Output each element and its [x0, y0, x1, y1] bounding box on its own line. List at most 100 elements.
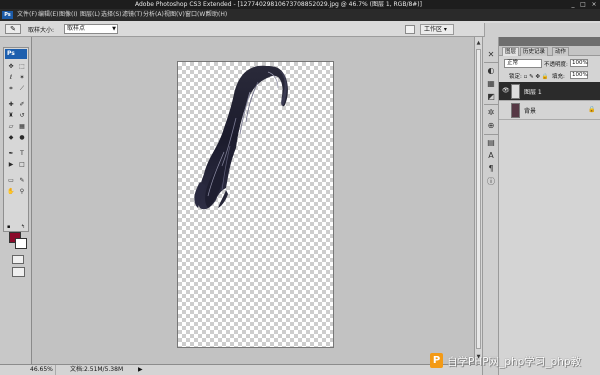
scroll-up-icon[interactable]: ▲	[475, 39, 482, 47]
notes-tool-icon[interactable]: ▭	[6, 176, 16, 185]
zoom-level[interactable]: 46.65%	[30, 365, 56, 375]
site-watermark: P 自学PHP网_php学习_php教	[427, 350, 600, 375]
pen-tool-icon[interactable]: ✒	[6, 149, 16, 158]
styles-icon[interactable]: ◩	[485, 91, 497, 102]
workspace-button[interactable]: 工作区 ▾	[420, 24, 454, 35]
dodge-tool-icon[interactable]: ●	[17, 133, 27, 142]
menu-help[interactable]: 帮助(H)	[206, 9, 227, 21]
panel-well	[484, 23, 600, 37]
layer-row-1[interactable]: 👁 图层 1	[499, 82, 600, 101]
lock-row: 锁定: ▫ ✎ ✥ 🔒	[509, 72, 549, 80]
sample-size-label: 取样大小:	[28, 27, 55, 34]
status-bar: 46.65% 文档:2.51M/5.38M ▶	[0, 364, 482, 375]
shape-tool-icon[interactable]: □	[17, 160, 27, 169]
menu-select[interactable]: 选择(S)	[101, 9, 122, 21]
hand-tool-icon[interactable]: ✋	[6, 187, 16, 196]
quick-mask-button[interactable]	[12, 255, 24, 264]
visibility-empty-icon[interactable]	[502, 106, 510, 114]
document-size: 文档:2.51M/5.38M	[70, 366, 124, 373]
paragraph-icon[interactable]: ¶	[485, 163, 497, 174]
type-tool-icon[interactable]: T	[17, 149, 27, 158]
extracted-hair-image	[194, 65, 288, 210]
eraser-tool-icon[interactable]: ▱	[6, 122, 16, 131]
menu-file[interactable]: 文件(F)	[17, 9, 37, 21]
fill-input[interactable]: 100%	[570, 71, 588, 79]
bridge-button[interactable]	[405, 25, 415, 34]
default-colors-icon[interactable]: ▪	[7, 224, 10, 230]
sample-size-select[interactable]: 取样点 ▼	[64, 24, 118, 34]
close-button[interactable]: ×	[589, 1, 599, 8]
clone-source-icon[interactable]: ⊕	[485, 120, 497, 131]
watermark-text: 自学PHP网_php学习_php教	[447, 356, 582, 368]
php-logo-icon: P	[430, 353, 443, 368]
lock-icon: 🔒	[588, 106, 596, 113]
move-tool-icon[interactable]: ✥	[6, 62, 16, 71]
options-bar: ✎ 取样大小: 取样点 ▼ 工作区 ▾	[0, 21, 600, 37]
eyedropper-tool-icon[interactable]: ✎	[17, 176, 27, 185]
menu-analysis[interactable]: 分析(A)	[143, 9, 164, 21]
healing-tool-icon[interactable]: ✚	[6, 100, 16, 109]
swatches-icon[interactable]: ▦	[485, 78, 497, 89]
clone-stamp-tool-icon[interactable]: ♜	[6, 111, 16, 120]
blend-mode-select[interactable]: 正常	[504, 59, 542, 68]
layer-thumbnail	[511, 103, 520, 118]
app-logo: Ps	[2, 11, 13, 19]
minimize-button[interactable]: _	[568, 1, 578, 8]
toolbox-logo: Ps	[5, 49, 27, 59]
lock-all-icon[interactable]: 🔒	[542, 74, 549, 80]
menu-bar: Ps 文件(F) 编辑(E) 图像(I) 图层(L) 选择(S) 滤镜(T) 分…	[0, 9, 600, 21]
layers-panel: 图层 历史记录 动作 正常 不透明度: 100% 锁定: ▫ ✎ ✥ 🔒 填充:…	[499, 37, 600, 375]
toolbox: Ps ✥ ⬚ ℓ ✶ ⌗ ⟋ ✚ ✐ ♜ ↺ ▱ ▦ ◆ ● ✒ T ▶ □ ▭…	[3, 47, 29, 277]
info-icon[interactable]: ⓘ	[485, 176, 497, 187]
tab-actions[interactable]: 动作	[552, 47, 570, 56]
crop-tool-icon[interactable]: ⌗	[6, 84, 16, 93]
screen-mode-button[interactable]	[12, 267, 25, 277]
gradient-tool-icon[interactable]: ▦	[17, 122, 27, 131]
opacity-label: 不透明度:	[544, 62, 568, 68]
tab-layers[interactable]: 图层	[502, 47, 520, 56]
history-brush-tool-icon[interactable]: ↺	[17, 111, 27, 120]
vertical-scrollbar[interactable]: ▲ ▼	[474, 37, 482, 364]
lock-transparent-icon[interactable]: ▫	[524, 74, 528, 80]
character-icon[interactable]: A	[485, 150, 497, 161]
lock-position-icon[interactable]: ✥	[535, 74, 540, 80]
layer-name: 图层 1	[524, 89, 542, 96]
eyedropper-icon: ✎	[10, 25, 16, 33]
brush-tool-icon[interactable]: ✐	[17, 100, 27, 109]
tool-presets-icon[interactable]: ▤	[485, 137, 497, 148]
background-color-swatch[interactable]	[15, 238, 27, 249]
navigator-icon[interactable]: ✕	[485, 49, 497, 60]
maximize-button[interactable]: □	[578, 1, 588, 8]
opacity-input[interactable]: 100%	[570, 59, 588, 67]
menu-edit[interactable]: 编辑(E)	[38, 9, 58, 21]
lasso-tool-icon[interactable]: ℓ	[6, 73, 16, 82]
marquee-tool-icon[interactable]: ⬚	[17, 62, 27, 71]
color-icon[interactable]: ◐	[485, 65, 497, 76]
scrollbar-thumb[interactable]	[476, 49, 481, 349]
menu-window[interactable]: 窗口(W)	[185, 9, 208, 21]
zoom-tool-icon[interactable]: ⚲	[17, 187, 27, 196]
layer-row-background[interactable]: 背景 🔒	[499, 101, 600, 120]
blur-tool-icon[interactable]: ◆	[6, 133, 16, 142]
layer-name: 背景	[524, 108, 537, 115]
lock-image-icon[interactable]: ✎	[529, 74, 534, 80]
panel-header[interactable]	[499, 37, 600, 46]
image-canvas[interactable]	[177, 61, 334, 348]
magic-wand-tool-icon[interactable]: ✶	[17, 73, 27, 82]
menu-view[interactable]: 视图(V)	[164, 9, 185, 21]
tab-history[interactable]: 历史记录	[520, 47, 549, 56]
visibility-eye-icon[interactable]: 👁	[502, 87, 510, 95]
tool-preset-picker[interactable]: ✎	[5, 24, 21, 34]
slice-tool-icon[interactable]: ⟋	[17, 84, 27, 93]
collapsed-panel-strip: ✕ ◐ ▦ ◩ ✲ ⊕ ▤ A ¶ ⓘ	[482, 37, 499, 375]
window-title: Adobe Photoshop CS3 Extended - [12774029…	[135, 1, 422, 8]
lock-label: 锁定:	[509, 74, 522, 80]
path-selection-tool-icon[interactable]: ▶	[6, 160, 16, 169]
chevron-down-icon: ▼	[112, 26, 116, 32]
swap-colors-icon[interactable]: ↰	[21, 224, 25, 230]
menu-filter[interactable]: 滤镜(T)	[122, 9, 142, 21]
status-menu-arrow-icon[interactable]: ▶	[138, 365, 143, 375]
brushes-icon[interactable]: ✲	[485, 107, 497, 118]
menu-layer[interactable]: 图层(L)	[80, 9, 100, 21]
menu-image[interactable]: 图像(I)	[59, 9, 77, 21]
